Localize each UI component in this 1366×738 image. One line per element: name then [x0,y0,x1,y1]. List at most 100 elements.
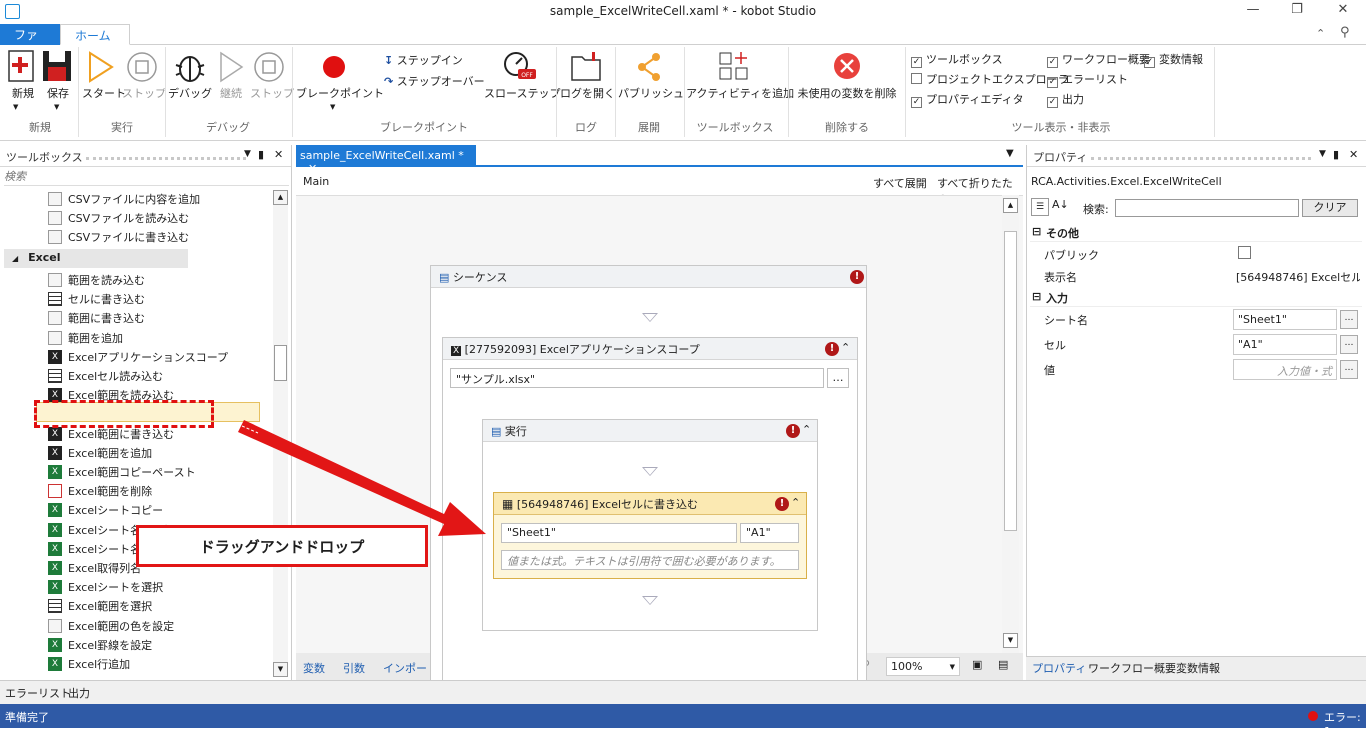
list-item[interactable]: Excelセル読み込む [46,368,163,386]
overview-icon[interactable]: ▤ [998,658,1008,671]
new-button[interactable]: 新規 [6,49,40,101]
tab-sample-excelwritecell[interactable]: sample_ExcelWriteCell.xaml * ✕ [296,145,476,175]
toolbox-search-input[interactable] [4,168,289,186]
add-activity-button[interactable]: アクティビティを追加 [686,49,794,101]
browse-button[interactable]: … [827,368,849,388]
zoom-select[interactable]: 100% ▼ [886,657,960,676]
start-button[interactable]: スタート [82,49,126,101]
open-log-button[interactable]: ログを開く [560,49,615,101]
list-item[interactable]: Excel範囲を選択 [46,598,152,616]
fit-screen-icon[interactable]: ▣ [972,658,982,671]
variable-info-checkbox[interactable]: ✓ 変数情報 [1144,51,1203,68]
scroll-down-icon[interactable]: ▼ [273,662,288,677]
save-dropdown-icon[interactable]: ▼ [54,103,59,111]
ribbon-collapse-icon[interactable]: ⌃ [1316,27,1325,40]
tab-output[interactable]: 出力 [68,685,90,701]
list-item[interactable]: X Excel範囲を追加 [46,445,152,463]
list-item[interactable]: X Excelシートコピー [46,502,163,520]
tab-error-list[interactable]: エラーリスト [5,685,71,701]
close-icon[interactable]: ✕ [1330,2,1356,22]
tab-properties[interactable]: プロパティ [1032,660,1086,676]
scroll-thumb[interactable] [274,345,287,381]
panel-menu-icon[interactable]: ▼ [244,149,251,159]
public-checkbox[interactable] [1238,246,1251,259]
list-item[interactable]: CSVファイルを読み込む [46,210,189,228]
cell-field[interactable]: "A1" [740,523,799,543]
drop-target-icon[interactable] [642,596,658,605]
tab-variable-info[interactable]: 変数情報 [1176,660,1220,676]
publish-button[interactable]: パブリッシュ [618,49,684,101]
search-icon[interactable]: ⚲ [1340,25,1350,40]
category-other[interactable]: ⊟ その他 [1030,222,1362,242]
list-item[interactable]: Excel範囲の色を設定 [46,618,174,636]
list-item[interactable]: 範囲を読み込む [46,272,145,290]
sheet-name-field[interactable]: "Sheet1" [501,523,737,543]
pin-icon[interactable]: ▮ [258,148,264,161]
list-item[interactable]: X Excelアプリケーションスコープ [46,349,228,367]
property-search-input[interactable] [1115,199,1299,217]
value-field[interactable]: 値または式。テキストは引用符で囲む必要があります。 [501,550,799,570]
sort-az-icon[interactable]: A↓ [1052,198,1072,216]
list-item[interactable]: X Excel範囲に書き込む [46,426,174,444]
tab-file[interactable]: ファイル [0,24,60,59]
delete-unused-variables-button[interactable]: 未使用の変数を削除 [792,49,902,101]
toolbox-category-excel[interactable]: ◢ Excel [4,249,188,268]
designer-scrollbar[interactable]: ▲ ▼ [1002,195,1019,653]
tab-variables[interactable]: 変数 [303,660,325,676]
cell-browse-button[interactable]: … [1340,335,1358,354]
collapse-icon[interactable]: ⌃ [802,423,811,436]
sheet-name-browse-button[interactable]: … [1340,310,1358,329]
error-list-checkbox[interactable]: ✓ エラーリスト [1047,71,1128,88]
project-explorer-checkbox[interactable]: プロジェクトエクスプローラ [911,71,1069,87]
slow-step-button[interactable]: OFF スローステップ [484,49,560,101]
breakpoint-dropdown-icon[interactable]: ▼ [330,103,335,111]
output-checkbox[interactable]: ✓ 出力 [1047,91,1084,108]
scroll-up-icon[interactable]: ▲ [273,190,288,205]
save-button[interactable]: 保存 [41,49,75,101]
drop-target-icon[interactable] [642,313,658,322]
scroll-up-icon[interactable]: ▲ [1003,198,1018,213]
list-item[interactable]: X Excel罫線を設定 [46,637,152,655]
debug-stop-button[interactable]: ストップ [250,49,294,101]
sheet-name-value[interactable]: "Sheet1" [1233,309,1337,330]
close-icon[interactable]: ✕ [274,148,283,161]
step-in-button[interactable]: ↧ ステップイン [384,52,463,68]
cell-value[interactable]: "A1" [1233,334,1337,355]
categorize-icon[interactable]: ☰ [1031,198,1049,216]
value-browse-button[interactable]: … [1340,360,1358,379]
workbook-path-field[interactable]: "サンプル.xlsx" [450,368,824,388]
stop-button[interactable]: ストップ [122,49,166,101]
collapse-icon[interactable]: ⌃ [841,341,850,354]
collapse-icon[interactable]: ⌃ [791,496,800,509]
debug-button[interactable]: デバッグ [168,49,212,101]
status-error-count[interactable]: エラー: 1 [1324,709,1366,738]
close-icon[interactable]: ✕ [1349,148,1358,161]
panel-menu-icon[interactable]: ▼ [1319,149,1326,159]
scroll-thumb[interactable] [1004,231,1017,531]
list-item[interactable]: 範囲に書き込む [46,310,145,328]
restore-icon[interactable]: ❐ [1284,2,1310,22]
category-input[interactable]: ⊟ 入力 [1030,287,1362,307]
drop-target-icon[interactable] [642,467,658,476]
list-item[interactable]: CSVファイルに内容を追加 [46,191,200,209]
continue-button[interactable]: 継続 [214,49,248,101]
list-item[interactable]: 範囲を追加 [46,330,123,348]
tab-home[interactable]: ホーム [60,24,130,45]
list-item[interactable]: X Excel取得列名 [46,560,141,578]
value-input[interactable]: 入力値・式 [1233,359,1337,380]
new-dropdown-icon[interactable]: ▼ [13,103,18,111]
clear-button[interactable]: クリア [1302,199,1358,217]
tab-workflow-overview[interactable]: ワークフロー概要 [1088,660,1176,676]
pin-icon[interactable]: ▮ [1333,148,1339,161]
list-item[interactable]: CSVファイルに書き込む [46,229,189,247]
tab-list-icon[interactable]: ▼ [1006,148,1014,159]
breakpoint-button[interactable]: ブレークポイント [296,49,384,101]
minimize-icon[interactable]: — [1240,2,1266,22]
step-over-button[interactable]: ↷ ステップオーバー [384,73,485,89]
breadcrumb[interactable]: Main [303,175,329,188]
tab-arguments[interactable]: 引数 [343,660,365,676]
list-item[interactable]: X Excel行追加 [46,656,130,674]
list-item[interactable]: X Excel範囲コピーペースト [46,464,196,482]
toolbox-checkbox[interactable]: ✓ ツールボックス [911,51,1003,68]
expand-all-link[interactable]: すべて展開 [873,175,927,191]
